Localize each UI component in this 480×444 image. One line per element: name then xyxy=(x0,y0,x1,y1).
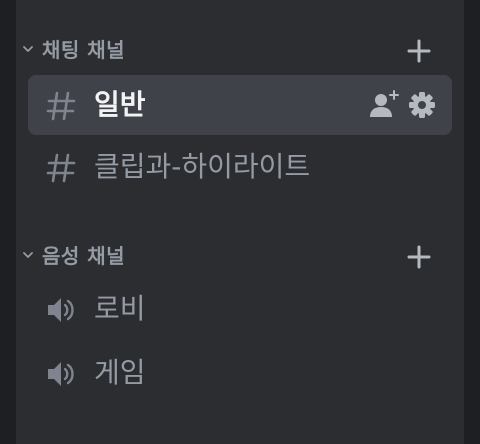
category-label: 음성 채널 xyxy=(42,244,126,268)
add-channel-icon[interactable] xyxy=(404,242,434,272)
channel-label: 게임 xyxy=(94,356,146,389)
channel-item-clips-highlights[interactable]: 클립과-하이라이트 xyxy=(28,137,452,197)
gear-icon[interactable] xyxy=(408,91,436,119)
category-voice-channels[interactable]: 음성 채널 xyxy=(16,236,464,276)
chevron-down-icon xyxy=(23,252,33,258)
channel-label: 일반 xyxy=(94,88,146,121)
create-invite-icon[interactable] xyxy=(368,89,400,121)
channel-label: 로비 xyxy=(94,292,146,325)
server-list-edge xyxy=(0,0,16,444)
category-text-channels[interactable]: 채팅 채널 xyxy=(16,30,464,70)
hash-icon xyxy=(46,91,76,121)
channel-item-game[interactable]: 게임 xyxy=(28,343,452,403)
chevron-down-icon xyxy=(23,46,33,52)
add-channel-icon[interactable] xyxy=(404,36,434,66)
hash-icon xyxy=(46,153,76,183)
category-label: 채팅 채널 xyxy=(42,38,126,62)
speaker-icon xyxy=(48,362,74,386)
channel-label: 클립과-하이라이트 xyxy=(94,150,311,183)
chat-area-edge xyxy=(464,0,480,444)
channel-sidebar: 채팅 채널 일반 클립과-하이라이트 음성 채널 로비 게임 xyxy=(16,0,464,444)
speaker-icon xyxy=(48,298,74,322)
channel-item-lobby[interactable]: 로비 xyxy=(28,279,452,339)
channel-item-general[interactable]: 일반 xyxy=(28,75,452,135)
